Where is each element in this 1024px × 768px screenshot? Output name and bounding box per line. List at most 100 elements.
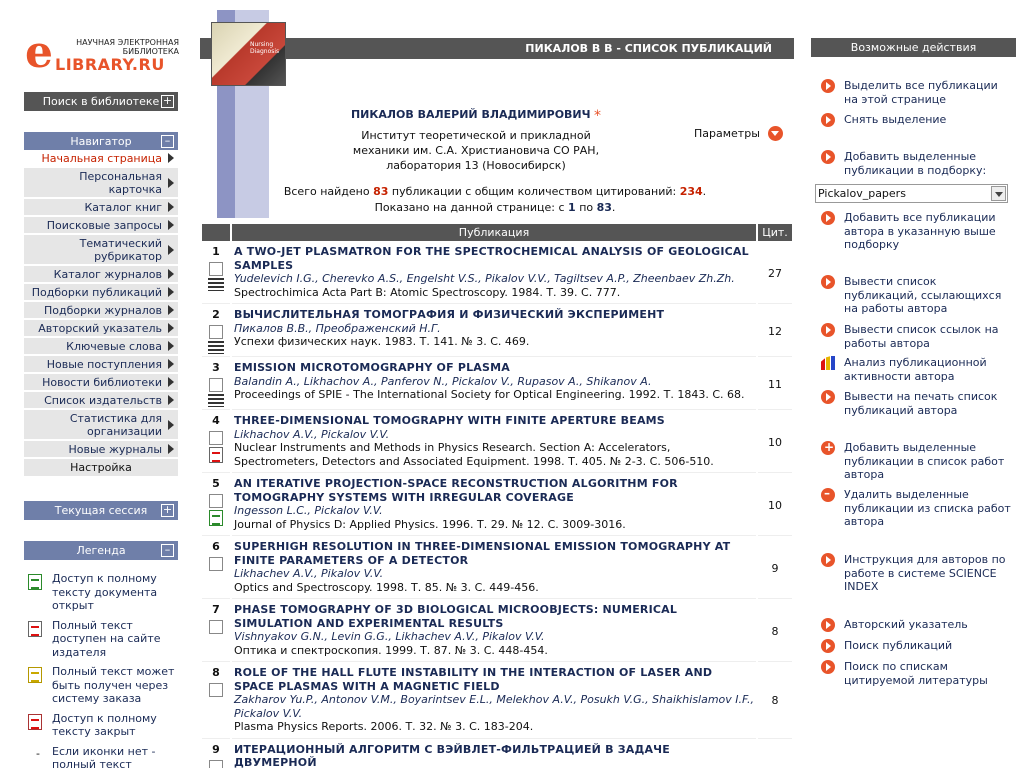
publication-source[interactable]: Optics and Spectroscopy. 1998. Т. 85. № … bbox=[234, 581, 754, 595]
params-toggle[interactable]: Параметры bbox=[694, 126, 783, 141]
publication-title[interactable]: ВЫЧИСЛИТЕЛЬНАЯ ТОМОГРАФИЯ И ФИЗИЧЕСКИЙ Э… bbox=[234, 308, 754, 322]
add-selected-action[interactable]: Добавить выделенные публикации в подборк… bbox=[821, 150, 1011, 177]
nav-journal-collections[interactable]: Подборки журналов bbox=[24, 302, 178, 318]
current-session-panel[interactable]: Текущая сессия + bbox=[24, 501, 178, 520]
row-checkbox[interactable] bbox=[209, 262, 223, 276]
instructions-action[interactable]: Инструкция для авторов по работе в систе… bbox=[821, 553, 1011, 594]
nav-label: Подборки журналов bbox=[44, 303, 162, 317]
print-action[interactable]: Вывести на печать список публикаций авто… bbox=[821, 390, 1011, 417]
publication-source[interactable]: Spectrochimica Acta Part B: Atomic Spect… bbox=[234, 286, 754, 300]
nav-personal-card[interactable]: Персональная карточка bbox=[24, 168, 178, 197]
select-all-action[interactable]: Выделить все публикации на этой странице bbox=[821, 79, 1011, 106]
author-institute[interactable]: Институт теоретической и прикладной меха… bbox=[286, 128, 666, 158]
citation-count-cell[interactable]: 11 bbox=[758, 359, 792, 410]
deselect-action[interactable]: Снять выделение bbox=[821, 113, 1011, 127]
stats-text: . bbox=[611, 201, 616, 214]
chevron-down-icon[interactable] bbox=[767, 126, 783, 141]
citation-count-cell[interactable]: 12 bbox=[758, 306, 792, 357]
nav-publication-collections[interactable]: Подборки публикаций bbox=[24, 284, 178, 300]
publication-title[interactable]: ИТЕРАЦИОННЫЙ АЛГОРИТМ С ВЭЙВЛЕТ-ФИЛЬТРАЦ… bbox=[234, 743, 754, 768]
publication-source[interactable]: Успехи физических наук. 1983. Т. 141. № … bbox=[234, 335, 754, 349]
nav-new-journals[interactable]: Новые журналы bbox=[24, 441, 178, 457]
row-checkbox[interactable] bbox=[209, 378, 223, 392]
row-index-cell: 4 bbox=[202, 412, 230, 473]
row-checkbox[interactable] bbox=[209, 620, 223, 634]
nav-journals-catalog[interactable]: Каталог журналов bbox=[24, 266, 178, 282]
row-checkbox[interactable] bbox=[209, 494, 223, 508]
publication-source[interactable]: Nuclear Instruments and Methods in Physi… bbox=[234, 441, 754, 468]
author-name[interactable]: ПИКАЛОВ ВАЛЕРИЙ ВЛАДИМИРОВИЧ bbox=[351, 108, 591, 121]
collapse-icon[interactable]: – bbox=[161, 544, 174, 557]
logo-letter: e bbox=[25, 27, 53, 78]
collection-select[interactable]: Pickalov_papers bbox=[815, 184, 1008, 203]
elibrary-logo[interactable]: e НАУЧНАЯ ЭЛЕКТРОННАЯ БИБЛИОТЕКА LIBRARY… bbox=[25, 27, 185, 78]
publication-title[interactable]: SUPERHIGH RESOLUTION IN THREE-DIMENSIONA… bbox=[234, 540, 754, 567]
legend-text: Полный текст доступен на сайте издателя bbox=[52, 618, 161, 659]
nav-home[interactable]: Начальная страница bbox=[24, 150, 178, 166]
citation-count-cell[interactable]: 10 bbox=[758, 412, 792, 473]
author-index-action[interactable]: Авторский указатель bbox=[821, 618, 1011, 632]
citation-count-cell[interactable] bbox=[758, 740, 792, 768]
remove-from-list-action[interactable]: Удалить выделенные публикации из списка … bbox=[821, 486, 1011, 529]
citation-count-cell[interactable]: 27 bbox=[758, 243, 792, 304]
search-refs-action[interactable]: Поиск по спискам цитируемой литературы bbox=[821, 660, 1011, 687]
nav-search-queries[interactable]: Поисковые запросы bbox=[24, 217, 178, 233]
table-row: 6 SUPERHIGH RESOLUTION IN THREE-DIMENSION… bbox=[202, 538, 792, 599]
citing-list-action[interactable]: Вывести список публикаций, ссылающихся н… bbox=[821, 275, 1011, 316]
references-icon[interactable] bbox=[208, 278, 224, 291]
collapse-icon[interactable]: – bbox=[161, 135, 174, 148]
nav-new-arrivals[interactable]: Новые поступления bbox=[24, 356, 178, 372]
action-label: Вывести список публикаций, ссылающихся н… bbox=[844, 275, 1002, 315]
row-checkbox[interactable] bbox=[209, 683, 223, 697]
nav-label: Подборки публикаций bbox=[31, 285, 162, 299]
add-to-list-action[interactable]: Добавить выделенные публикации в список … bbox=[821, 440, 1011, 482]
publication-source[interactable]: Оптика и спектроскопия. 1999. Т. 87. № 3… bbox=[234, 644, 754, 658]
citation-count-cell[interactable]: 8 bbox=[758, 664, 792, 739]
nav-keywords[interactable]: Ключевые слова bbox=[24, 338, 178, 354]
row-checkbox[interactable] bbox=[209, 759, 223, 768]
legend-panel-header[interactable]: Легенда – bbox=[24, 541, 178, 560]
publication-source[interactable]: Proceedings of SPIE - The International … bbox=[234, 388, 754, 402]
arrow-right-icon bbox=[821, 150, 835, 164]
nav-publishers-list[interactable]: Список издательств bbox=[24, 392, 178, 408]
publication-title[interactable]: AN ITERATIVE PROJECTION-SPACE RECONSTRUC… bbox=[234, 477, 754, 504]
expand-icon[interactable]: + bbox=[161, 95, 174, 108]
citation-count-cell[interactable]: 10 bbox=[758, 475, 792, 536]
search-publications-action[interactable]: Поиск публикаций bbox=[821, 639, 1011, 653]
nav-settings[interactable]: Настройка bbox=[24, 459, 178, 476]
navigator-panel-header[interactable]: Навигатор – bbox=[24, 132, 178, 151]
arrow-right-icon bbox=[168, 323, 174, 333]
citation-count-cell[interactable]: 8 bbox=[758, 601, 792, 662]
publication-source[interactable]: Plasma Physics Reports. 2006. Т. 32. № 3… bbox=[234, 720, 754, 734]
nav-library-news[interactable]: Новости библиотеки bbox=[24, 374, 178, 390]
nav-author-index[interactable]: Авторский указатель bbox=[24, 320, 178, 336]
open-pdf-icon[interactable] bbox=[209, 510, 223, 526]
chevron-down-icon[interactable] bbox=[991, 186, 1006, 201]
publication-source[interactable]: Journal of Physics D: Applied Physics. 1… bbox=[234, 518, 754, 532]
publications-table: Публикация Цит. 1 A TWO-JET PLASMATRON FO… bbox=[200, 222, 794, 768]
search-library-panel[interactable]: Поиск в библиотеке + bbox=[24, 92, 178, 111]
citation-count-cell[interactable]: 9 bbox=[758, 538, 792, 599]
expand-icon[interactable]: + bbox=[161, 504, 174, 517]
nav-label: Тематический рубрикатор bbox=[79, 236, 162, 263]
row-checkbox[interactable] bbox=[209, 325, 223, 339]
row-checkbox[interactable] bbox=[209, 431, 223, 445]
nav-organization-stats[interactable]: Статистика для организации bbox=[24, 410, 178, 439]
row-index-cell: 6 bbox=[202, 538, 230, 599]
nav-thematic-rubricator[interactable]: Тематический рубрикатор bbox=[24, 235, 178, 264]
row-checkbox[interactable] bbox=[209, 557, 223, 571]
publication-title[interactable]: PHASE TOMOGRAPHY OF 3D BIOLOGICAL MICROO… bbox=[234, 603, 754, 630]
references-icon[interactable] bbox=[208, 341, 224, 354]
nav-label: Авторский указатель bbox=[38, 321, 162, 335]
publication-title[interactable]: THREE-DIMENSIONAL TOMOGRAPHY WITH FINITE… bbox=[234, 414, 754, 428]
publication-title[interactable]: EMISSION MICROTOMOGRAPHY OF PLASMA bbox=[234, 361, 754, 375]
analysis-action[interactable]: Анализ публикационной активности автора bbox=[821, 356, 1011, 383]
range-to: 83 bbox=[596, 201, 612, 214]
nav-books-catalog[interactable]: Каталог книг bbox=[24, 199, 178, 215]
refs-list-action[interactable]: Вывести список ссылок на работы автора bbox=[821, 323, 1011, 350]
publisher-pdf-icon[interactable] bbox=[209, 447, 223, 463]
add-all-action[interactable]: Добавить все публикации автора в указанн… bbox=[821, 211, 1011, 252]
publication-title[interactable]: A TWO-JET PLASMATRON FOR THE SPECTROCHEM… bbox=[234, 245, 754, 272]
publication-title[interactable]: ROLE OF THE HALL FLUTE INSTABILITY IN TH… bbox=[234, 666, 754, 693]
references-icon[interactable] bbox=[208, 394, 224, 407]
